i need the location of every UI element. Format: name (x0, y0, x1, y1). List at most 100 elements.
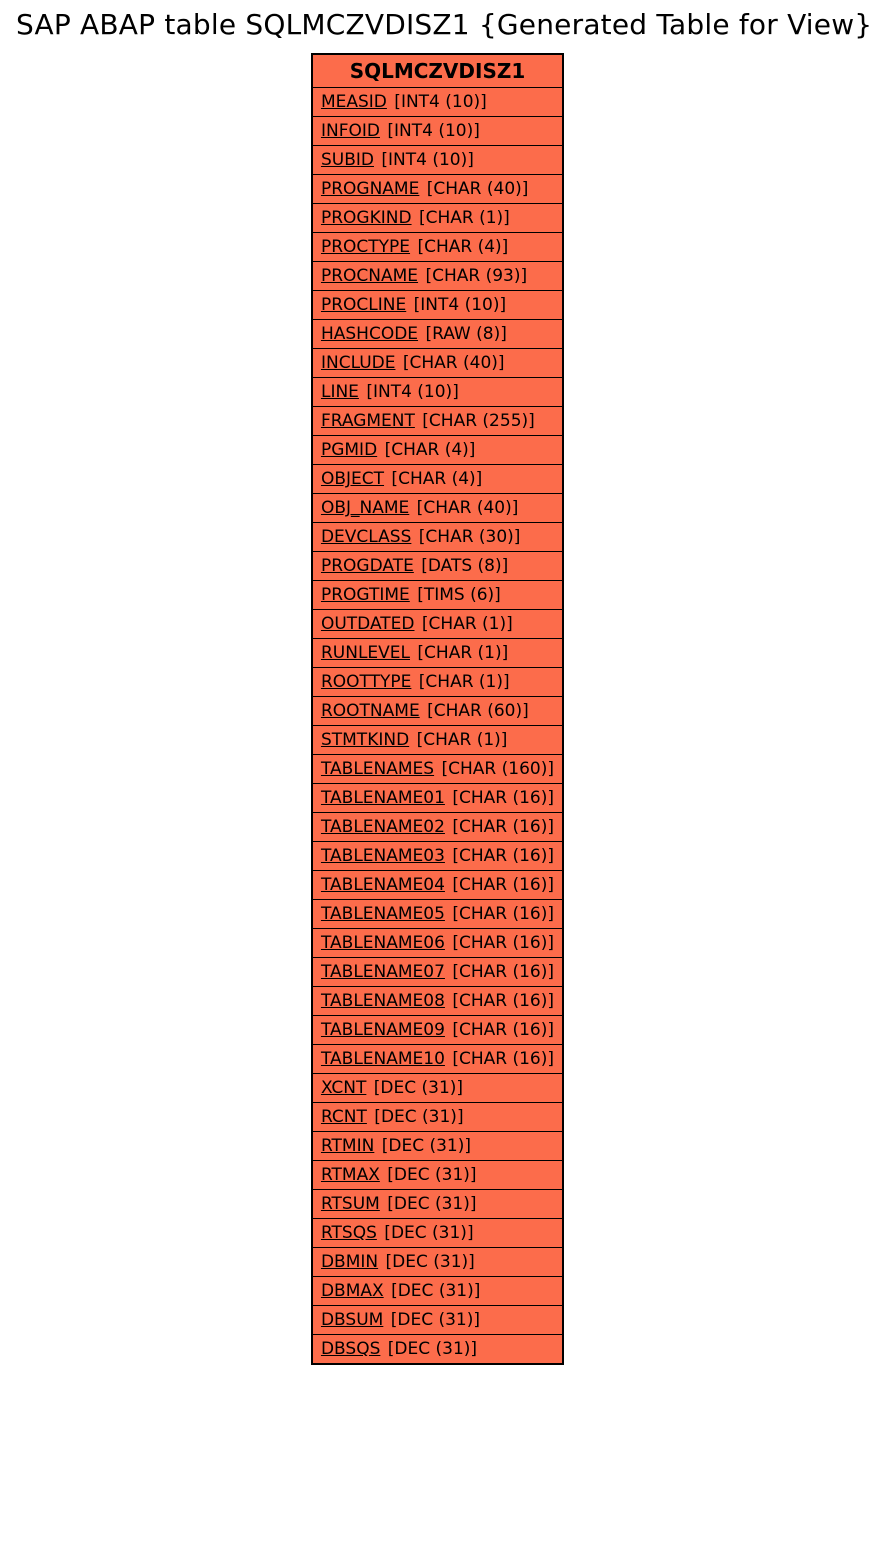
field-name[interactable]: RUNLEVEL (321, 643, 410, 663)
field-type: [DEC (31)] (384, 1281, 481, 1301)
field-cell: PROGKIND [CHAR (1)] (312, 204, 563, 233)
field-cell: DBSQS [DEC (31)] (312, 1335, 563, 1365)
field-name[interactable]: TABLENAME10 (321, 1049, 445, 1069)
field-type: [TIMS (6)] (410, 585, 501, 605)
field-name[interactable]: TABLENAME01 (321, 788, 445, 808)
field-cell: DBMAX [DEC (31)] (312, 1277, 563, 1306)
field-type: [CHAR (40)] (395, 353, 504, 373)
field-name[interactable]: TABLENAME07 (321, 962, 445, 982)
field-cell: PROGTIME [TIMS (6)] (312, 581, 563, 610)
table-name-header: SQLMCZVDISZ1 (312, 54, 563, 88)
field-name[interactable]: LINE (321, 382, 359, 402)
field-name[interactable]: XCNT (321, 1078, 366, 1098)
field-name[interactable]: RTMAX (321, 1165, 380, 1185)
table-row: RTMIN [DEC (31)] (312, 1132, 563, 1161)
field-cell: ROOTTYPE [CHAR (1)] (312, 668, 563, 697)
field-cell: OBJ_NAME [CHAR (40)] (312, 494, 563, 523)
field-type: [INT4 (10)] (406, 295, 506, 315)
field-type: [DEC (31)] (367, 1107, 464, 1127)
field-name[interactable]: OBJECT (321, 469, 384, 489)
field-cell: TABLENAME10 [CHAR (16)] (312, 1045, 563, 1074)
page-title: SAP ABAP table SQLMCZVDISZ1 {Generated T… (0, 8, 875, 53)
field-name[interactable]: PROCTYPE (321, 237, 410, 257)
field-type: [DEC (31)] (380, 1165, 477, 1185)
field-name[interactable]: RTSQS (321, 1223, 377, 1243)
field-type: [CHAR (1)] (415, 614, 513, 634)
table-row: PROGDATE [DATS (8)] (312, 552, 563, 581)
field-name[interactable]: TABLENAMES (321, 759, 434, 779)
field-name[interactable]: RTSUM (321, 1194, 380, 1214)
field-name[interactable]: MEASID (321, 92, 387, 112)
field-name[interactable]: HASHCODE (321, 324, 418, 344)
field-type: [DATS (8)] (414, 556, 508, 576)
field-name[interactable]: PROGDATE (321, 556, 414, 576)
table-row: PROGKIND [CHAR (1)] (312, 204, 563, 233)
field-name[interactable]: TABLENAME09 (321, 1020, 445, 1040)
table-row: DBMIN [DEC (31)] (312, 1248, 563, 1277)
field-cell: TABLENAME06 [CHAR (16)] (312, 929, 563, 958)
field-type: [CHAR (40)] (419, 179, 528, 199)
field-cell: RTMAX [DEC (31)] (312, 1161, 563, 1190)
field-type: [DEC (31)] (380, 1194, 477, 1214)
field-name[interactable]: TABLENAME06 (321, 933, 445, 953)
field-type: [CHAR (16)] (445, 817, 554, 837)
table-row: TABLENAME03 [CHAR (16)] (312, 842, 563, 871)
table-row: TABLENAME02 [CHAR (16)] (312, 813, 563, 842)
field-name[interactable]: ROOTNAME (321, 701, 420, 721)
table-row: FRAGMENT [CHAR (255)] (312, 407, 563, 436)
field-name[interactable]: PROGTIME (321, 585, 410, 605)
field-name[interactable]: INCLUDE (321, 353, 396, 373)
field-type: [CHAR (1)] (412, 208, 510, 228)
field-cell: STMTKIND [CHAR (1)] (312, 726, 563, 755)
field-type: [DEC (31)] (366, 1078, 463, 1098)
field-name[interactable]: TABLENAME04 (321, 875, 445, 895)
table-row: RTMAX [DEC (31)] (312, 1161, 563, 1190)
table-row: INFOID [INT4 (10)] (312, 117, 563, 146)
field-cell: INFOID [INT4 (10)] (312, 117, 563, 146)
field-name[interactable]: FRAGMENT (321, 411, 415, 431)
field-type: [CHAR (4)] (377, 440, 475, 460)
field-cell: DEVCLASS [CHAR (30)] (312, 523, 563, 552)
field-name[interactable]: DBSQS (321, 1339, 380, 1359)
field-name[interactable]: STMTKIND (321, 730, 409, 750)
field-name[interactable]: OUTDATED (321, 614, 415, 634)
field-type: [CHAR (40)] (409, 498, 518, 518)
field-name[interactable]: ROOTTYPE (321, 672, 411, 692)
page: SAP ABAP table SQLMCZVDISZ1 {Generated T… (0, 0, 875, 1365)
field-name[interactable]: DEVCLASS (321, 527, 411, 547)
field-type: [DEC (31)] (378, 1252, 475, 1272)
field-cell: TABLENAME03 [CHAR (16)] (312, 842, 563, 871)
table-row: TABLENAME10 [CHAR (16)] (312, 1045, 563, 1074)
field-name[interactable]: RTMIN (321, 1136, 374, 1156)
field-cell: LINE [INT4 (10)] (312, 378, 563, 407)
field-cell: OUTDATED [CHAR (1)] (312, 610, 563, 639)
field-name[interactable]: PGMID (321, 440, 377, 460)
field-name[interactable]: TABLENAME08 (321, 991, 445, 1011)
field-type: [INT4 (10)] (387, 92, 487, 112)
table-row: RCNT [DEC (31)] (312, 1103, 563, 1132)
field-name[interactable]: TABLENAME05 (321, 904, 445, 924)
field-name[interactable]: DBMIN (321, 1252, 378, 1272)
field-name[interactable]: DBSUM (321, 1310, 383, 1330)
field-name[interactable]: PROGNAME (321, 179, 419, 199)
field-name[interactable]: INFOID (321, 121, 380, 141)
field-cell: XCNT [DEC (31)] (312, 1074, 563, 1103)
field-cell: FRAGMENT [CHAR (255)] (312, 407, 563, 436)
field-name[interactable]: DBMAX (321, 1281, 384, 1301)
field-type: [CHAR (4)] (384, 469, 482, 489)
table-row: RUNLEVEL [CHAR (1)] (312, 639, 563, 668)
table-row: DEVCLASS [CHAR (30)] (312, 523, 563, 552)
erd-table: SQLMCZVDISZ1 MEASID [INT4 (10)] INFOID [I… (311, 53, 564, 1365)
field-name[interactable]: PROGKIND (321, 208, 412, 228)
field-name[interactable]: PROCLINE (321, 295, 406, 315)
field-name[interactable]: TABLENAME02 (321, 817, 445, 837)
table-row: PGMID [CHAR (4)] (312, 436, 563, 465)
field-name[interactable]: SUBID (321, 150, 374, 170)
field-name[interactable]: PROCNAME (321, 266, 418, 286)
table-row: OBJ_NAME [CHAR (40)] (312, 494, 563, 523)
field-name[interactable]: TABLENAME03 (321, 846, 445, 866)
field-cell: PROCTYPE [CHAR (4)] (312, 233, 563, 262)
field-name[interactable]: RCNT (321, 1107, 367, 1127)
field-type: [CHAR (4)] (410, 237, 508, 257)
field-name[interactable]: OBJ_NAME (321, 498, 409, 518)
